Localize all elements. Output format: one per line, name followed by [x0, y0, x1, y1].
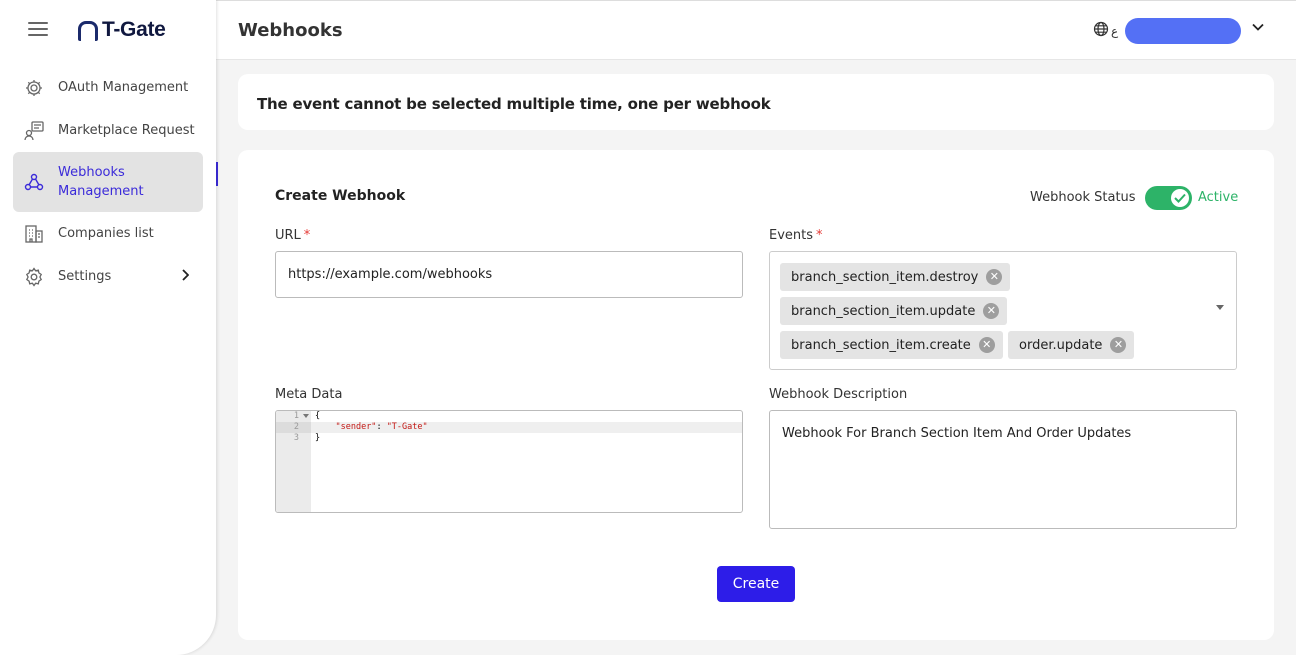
code-value: "T-Gate" [386, 422, 428, 432]
editor-gutter: 1 2 3 [276, 411, 311, 512]
language-label: ع [1111, 23, 1119, 38]
events-label: Events * [769, 228, 823, 243]
chevron-right-icon [181, 268, 190, 285]
event-chip-label: branch_section_item.destroy [791, 269, 979, 285]
code-line: { [311, 411, 742, 422]
event-chip: branch_section_item.update ✕ [780, 297, 1008, 325]
sidebar-item-webhooks-management[interactable]: Webhooks Management [13, 152, 203, 212]
line-number: 2 [276, 422, 311, 433]
webhook-status-label: Webhook Status [1030, 190, 1136, 205]
event-chip-label: order.update [1019, 337, 1103, 353]
remove-chip-icon[interactable]: ✕ [983, 303, 1000, 319]
remove-chip-icon[interactable]: ✕ [978, 337, 995, 353]
check-icon [1174, 193, 1186, 203]
chevron-down-icon[interactable] [1252, 19, 1264, 35]
sidebar-item-marketplace-request[interactable]: Marketplace Request [13, 109, 203, 152]
remove-chip-icon[interactable]: ✕ [1110, 337, 1127, 353]
event-chip-label: branch_section_item.create [791, 337, 971, 353]
editor-code[interactable]: { "sender": "T-Gate" } [311, 411, 742, 444]
sidebar-item-companies-list[interactable]: Companies list [13, 212, 203, 255]
line-number: 3 [293, 433, 299, 443]
menu-hamburger-icon[interactable] [28, 22, 48, 38]
brand-logo[interactable]: T-Gate [78, 18, 166, 42]
remove-chip-icon[interactable]: ✕ [986, 269, 1003, 285]
marketplace-request-icon [23, 120, 45, 142]
page-title: Webhooks [238, 20, 343, 41]
create-webhook-form: Create Webhook Webhook Status Active URL… [238, 150, 1274, 640]
logo-mark-icon [78, 21, 98, 41]
globe-icon [1093, 21, 1109, 40]
url-label: URL * [275, 228, 310, 243]
toggle-knob [1171, 189, 1189, 207]
required-asterisk: * [303, 228, 311, 243]
events-label-text: Events [769, 228, 814, 243]
code-brace-close: } [315, 433, 321, 443]
webhook-status-value: Active [1198, 190, 1239, 205]
webhook-icon [23, 171, 45, 193]
sidebar-nav: OAuth Management Marketplace Request Web… [13, 66, 203, 298]
top-header: Webhooks ع [216, 0, 1296, 60]
user-menu-avatar[interactable] [1125, 18, 1241, 44]
language-switcher[interactable]: ع [1093, 21, 1118, 40]
url-input[interactable] [275, 251, 743, 298]
sidebar: T-Gate OAuth Management Marketplace Requ… [0, 0, 216, 655]
notice-card: The event cannot be selected multiple ti… [238, 74, 1274, 130]
sidebar-item-label: Companies list [58, 226, 154, 241]
settings-gear-icon [23, 266, 45, 288]
code-line: "sender": "T-Gate" [311, 422, 742, 433]
event-chip-label: branch_section_item.update [791, 303, 976, 319]
sidebar-item-label: Settings [58, 269, 112, 284]
webhook-description-label: Webhook Description [769, 387, 908, 402]
notice-text: The event cannot be selected multiple ti… [257, 95, 771, 113]
companies-building-icon [23, 223, 45, 245]
sidebar-item-label: Webhooks Management [58, 165, 144, 199]
sidebar-item-label: OAuth Management [58, 80, 189, 95]
code-line: } [311, 433, 742, 444]
sidebar-item-settings[interactable]: Settings [13, 255, 203, 298]
oauth-gear-icon [23, 77, 45, 99]
required-asterisk: * [816, 228, 823, 243]
dropdown-arrow-icon[interactable] [1216, 305, 1224, 310]
meta-data-code-editor[interactable]: 1 2 3 { "sender": "T-Gate" } [275, 410, 743, 513]
url-label-text: URL [275, 228, 301, 243]
meta-data-label: Meta Data [275, 387, 343, 402]
fold-toggle-icon[interactable] [303, 414, 309, 418]
sidebar-item-label: Marketplace Request [58, 123, 195, 138]
sidebar-item-oauth-management[interactable]: OAuth Management [13, 66, 203, 109]
event-chip: order.update ✕ [1008, 331, 1135, 359]
code-separator: : [376, 422, 387, 432]
event-chip: branch_section_item.destroy ✕ [780, 263, 1011, 291]
form-title: Create Webhook [275, 188, 406, 204]
event-chip: branch_section_item.create ✕ [780, 331, 1003, 359]
webhook-description-textarea[interactable]: Webhook For Branch Section Item And Orde… [769, 410, 1237, 529]
events-multiselect[interactable]: branch_section_item.destroy ✕ branch_sect… [769, 251, 1237, 370]
code-brace-open: { [315, 411, 321, 421]
webhook-status-toggle[interactable] [1145, 186, 1192, 210]
code-key: "sender" [335, 422, 377, 432]
brand-name: T-Gate [102, 18, 166, 41]
create-button[interactable]: Create [717, 566, 795, 602]
